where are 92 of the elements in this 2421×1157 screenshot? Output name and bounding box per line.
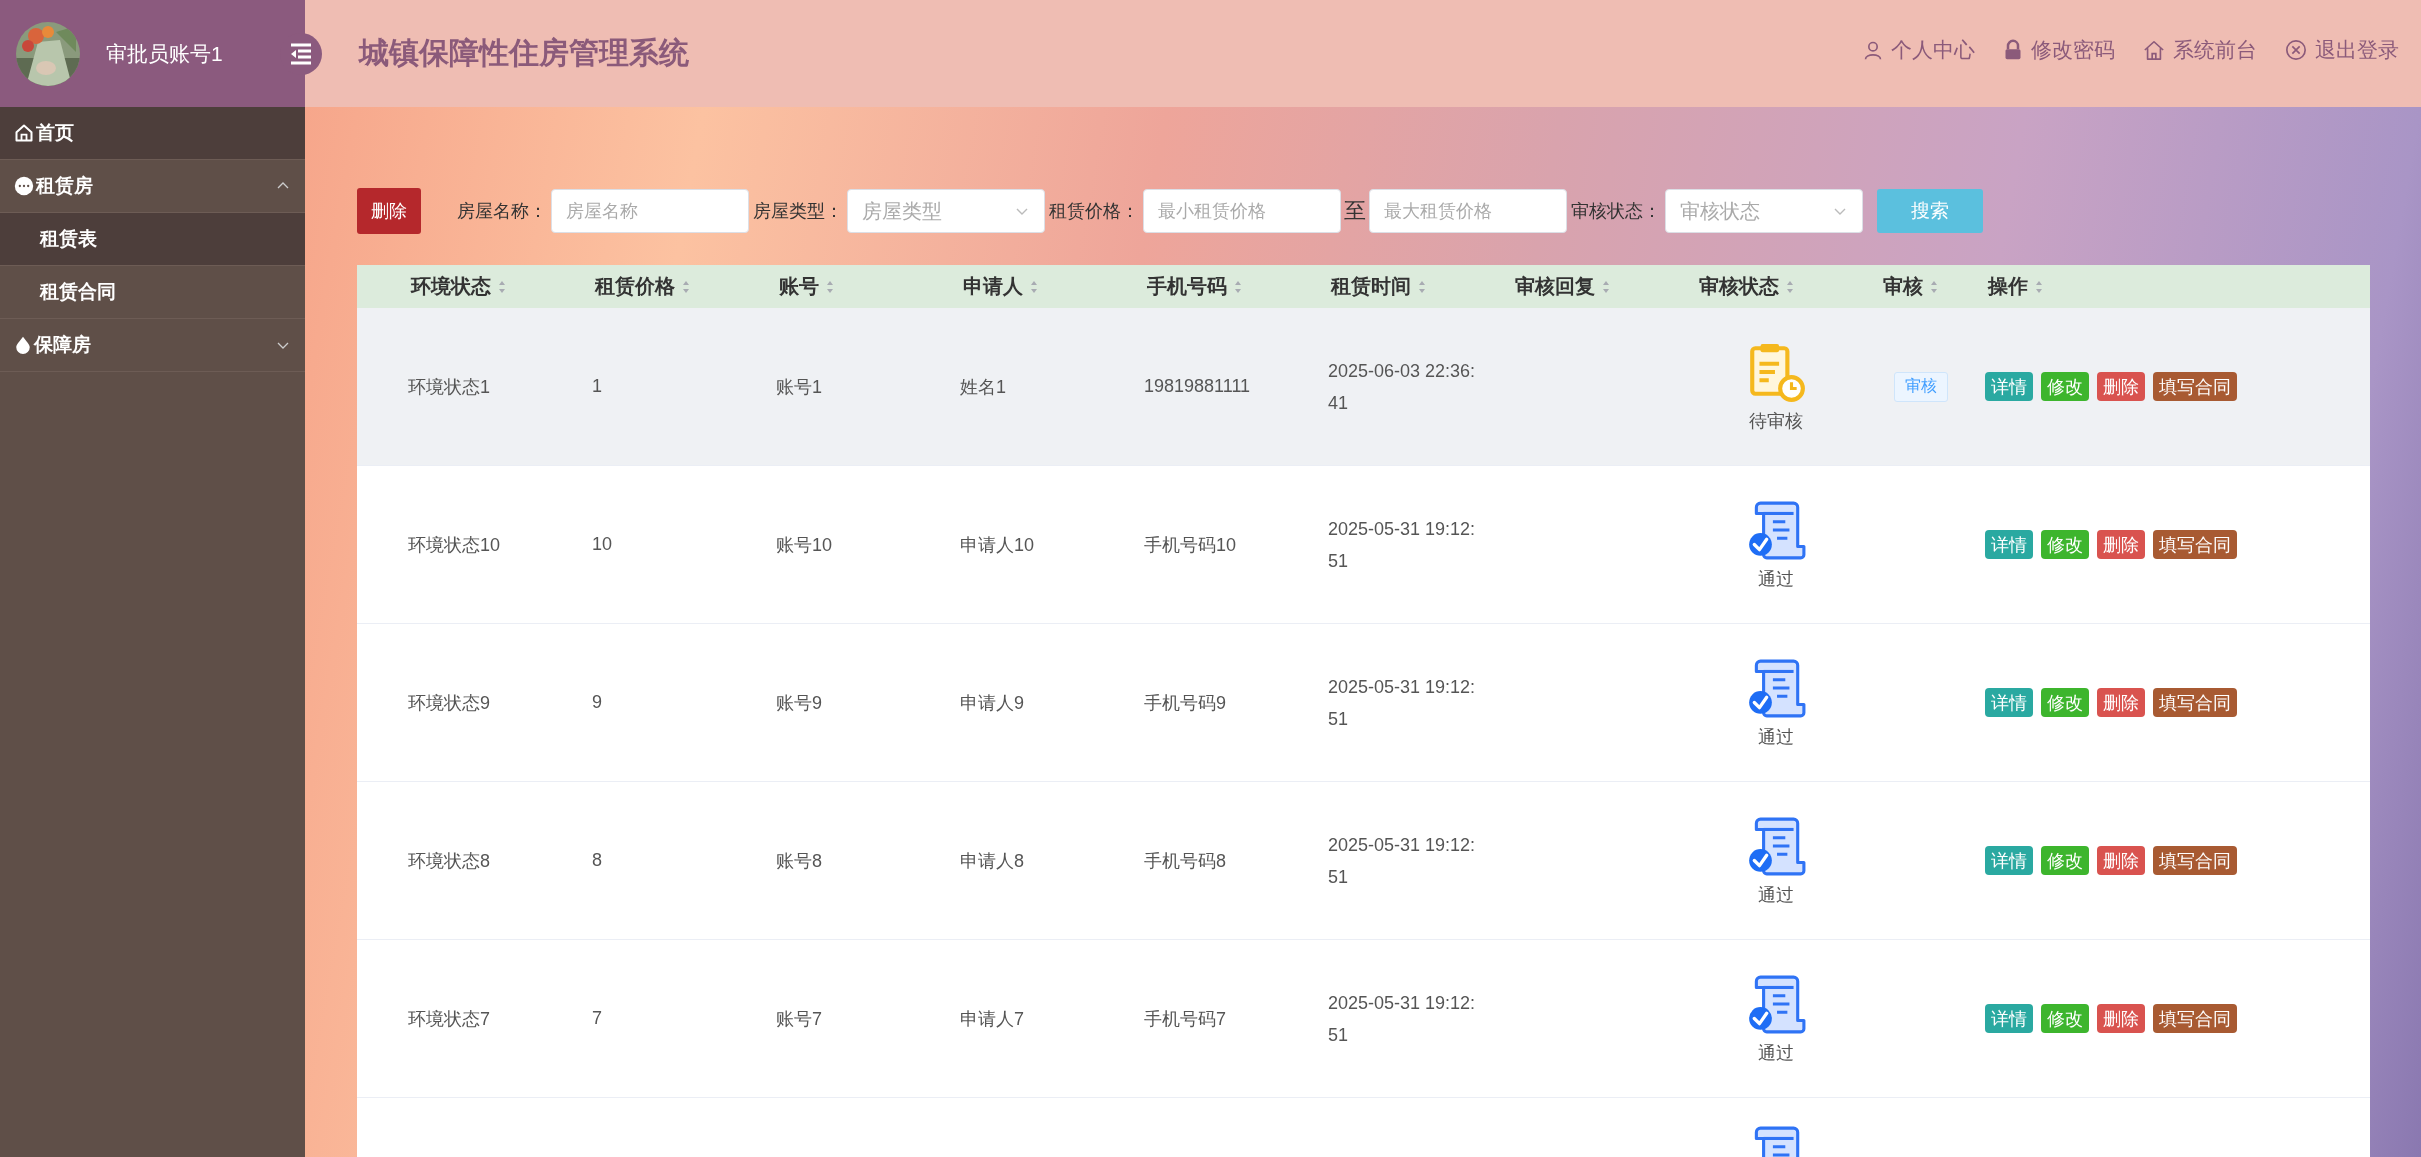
- action-button[interactable]: 删除: [2097, 846, 2145, 875]
- table-cell-text: 环境状态8: [408, 849, 491, 873]
- drop-icon: [14, 335, 32, 355]
- table-cell-text: 手机号码9: [1144, 691, 1227, 715]
- column-header[interactable]: 租赁价格: [595, 273, 675, 300]
- column-header[interactable]: 审核: [1883, 273, 1923, 300]
- table-cell-text: 2025-05-31 19:12:51: [1328, 517, 1477, 573]
- action-button[interactable]: 填写合同: [2153, 846, 2237, 875]
- action-button[interactable]: 修改: [2041, 372, 2089, 401]
- submenu-item[interactable]: 租赁表: [0, 213, 305, 266]
- table-cell-text: 环境状态7: [408, 1007, 491, 1031]
- app-title: 城镇保障性住房管理系统: [359, 35, 689, 71]
- table-cell-text: 姓名1: [960, 375, 1007, 399]
- delete-button[interactable]: 删除: [357, 188, 421, 234]
- table-cell-text: 环境状态10: [408, 533, 502, 557]
- table-cell-text: 手机号码10: [1144, 533, 1238, 557]
- input-field[interactable]: 最大租赁价格: [1369, 189, 1567, 233]
- table-cell-text: 申请人8: [960, 849, 1025, 873]
- action-button[interactable]: 填写合同: [2153, 372, 2237, 401]
- user-name: 审批员账号1: [106, 40, 223, 67]
- header-link[interactable]: 系统前台: [2143, 36, 2257, 64]
- table-cell-text: 账号7: [776, 1007, 823, 1031]
- table-cell-text: 10: [592, 534, 614, 555]
- table-cell-text: 账号1: [776, 375, 823, 399]
- column-header[interactable]: 环境状态: [411, 273, 491, 300]
- table-cell-text: 2025-05-31 19:12:51: [1328, 833, 1477, 889]
- more-icon: [14, 176, 34, 196]
- table-row[interactable]: 环境状态1 1 账号1 姓名1 19819881111 2025-06-03 22:36:41 待审核 审核 详情 修改 删除 填写合同: [357, 308, 2370, 466]
- status-label: 通过: [1758, 1041, 1794, 1065]
- table-cell-text: 环境状态9: [408, 691, 491, 715]
- action-button[interactable]: 详情: [1985, 688, 2033, 717]
- table-cell-text: 手机号码7: [1144, 1007, 1227, 1031]
- action-button[interactable]: 修改: [2041, 846, 2089, 875]
- action-button[interactable]: 删除: [2097, 688, 2145, 717]
- action-button[interactable]: 详情: [1985, 372, 2033, 401]
- header-link[interactable]: 个人中心: [1863, 36, 1975, 64]
- table-cell-text: 账号9: [776, 691, 823, 715]
- table-cell-text: 8: [592, 850, 603, 871]
- table-cell-text: 账号8: [776, 849, 823, 873]
- column-header[interactable]: 账号: [779, 273, 819, 300]
- home-icon: [14, 123, 34, 143]
- range-separator: 至: [1344, 197, 1366, 225]
- status-label: 通过: [1758, 725, 1794, 749]
- action-button[interactable]: 填写合同: [2153, 1004, 2237, 1033]
- header-link[interactable]: 修改密码: [2003, 36, 2115, 64]
- table-cell-text: 环境状态1: [408, 375, 491, 399]
- status-label: 待审核: [1749, 409, 1803, 433]
- input-field[interactable]: 最小租赁价格: [1143, 189, 1341, 233]
- menu-icon: [289, 42, 313, 66]
- action-button[interactable]: 删除: [2097, 1004, 2145, 1033]
- column-header[interactable]: 审核回复: [1515, 273, 1595, 300]
- action-button[interactable]: 修改: [2041, 1004, 2089, 1033]
- action-button[interactable]: 填写合同: [2153, 688, 2237, 717]
- table-cell-text: 1: [592, 376, 603, 397]
- table-cell-text: 手机号码8: [1144, 849, 1227, 873]
- field-label: 房屋类型：: [753, 200, 843, 223]
- table-cell-text: 2025-06-03 22:36:41: [1328, 359, 1477, 415]
- field-label: 租赁价格：: [1049, 200, 1139, 223]
- review-button[interactable]: 审核: [1894, 371, 1948, 402]
- action-button[interactable]: 修改: [2041, 688, 2089, 717]
- menu-item[interactable]: 首页: [0, 107, 305, 160]
- action-button[interactable]: 修改: [2041, 530, 2089, 559]
- action-button[interactable]: 详情: [1985, 1004, 2033, 1033]
- column-header[interactable]: 申请人: [963, 273, 1023, 300]
- input-field[interactable]: 房屋名称: [551, 189, 749, 233]
- action-button[interactable]: 详情: [1985, 846, 2033, 875]
- status-label: 通过: [1758, 567, 1794, 591]
- table-cell-text: 19819881111: [1144, 376, 1252, 397]
- action-button[interactable]: 详情: [1985, 530, 2033, 559]
- table-cell-text: 2025-05-31 19:12:51: [1328, 991, 1477, 1047]
- field-label: 房屋名称：: [457, 200, 547, 223]
- action-button[interactable]: 删除: [2097, 530, 2145, 559]
- home-icon: [2143, 39, 2165, 61]
- action-button[interactable]: 填写合同: [2153, 530, 2237, 559]
- table-cell-text: 申请人9: [960, 691, 1025, 715]
- close-icon: [2285, 39, 2307, 61]
- table-cell-text: 申请人10: [960, 533, 1036, 557]
- column-header[interactable]: 租赁时间: [1331, 273, 1411, 300]
- field-label: 审核状态：: [1571, 200, 1661, 223]
- table-cell-text: 账号10: [776, 533, 834, 557]
- header-link[interactable]: 退出登录: [2285, 36, 2399, 64]
- column-header[interactable]: 操作: [1988, 273, 2028, 300]
- user-icon: [1863, 39, 1883, 61]
- table-cell-text: 9: [592, 692, 603, 713]
- column-header[interactable]: 审核状态: [1699, 273, 1779, 300]
- lock-icon: [2003, 39, 2023, 61]
- action-button[interactable]: 删除: [2097, 372, 2145, 401]
- table-cell-text: 7: [592, 1008, 603, 1029]
- status-label: 通过: [1758, 883, 1794, 907]
- table-cell-text: 2025-05-31 19:12:51: [1328, 675, 1477, 731]
- table-cell-text: 申请人7: [960, 1007, 1025, 1031]
- column-header[interactable]: 手机号码: [1147, 273, 1227, 300]
